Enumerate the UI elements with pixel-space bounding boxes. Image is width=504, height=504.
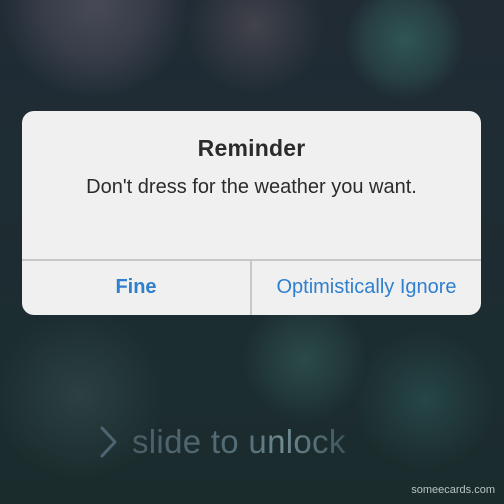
alert-message: Don't dress for the weather you want.	[86, 176, 417, 198]
watermark: someecards.com	[411, 484, 495, 496]
slide-to-unlock-slider[interactable]: slide to unlock	[98, 422, 346, 462]
reminder-alert: Reminder Don't dress for the weather you…	[22, 111, 481, 315]
alert-title: Reminder	[197, 135, 306, 161]
chevron-right-icon	[100, 426, 117, 458]
slide-to-unlock-label: slide to unlock	[132, 423, 346, 460]
optimistically-ignore-button[interactable]: Optimistically Ignore	[252, 261, 481, 315]
fine-button[interactable]: Fine	[22, 261, 250, 315]
